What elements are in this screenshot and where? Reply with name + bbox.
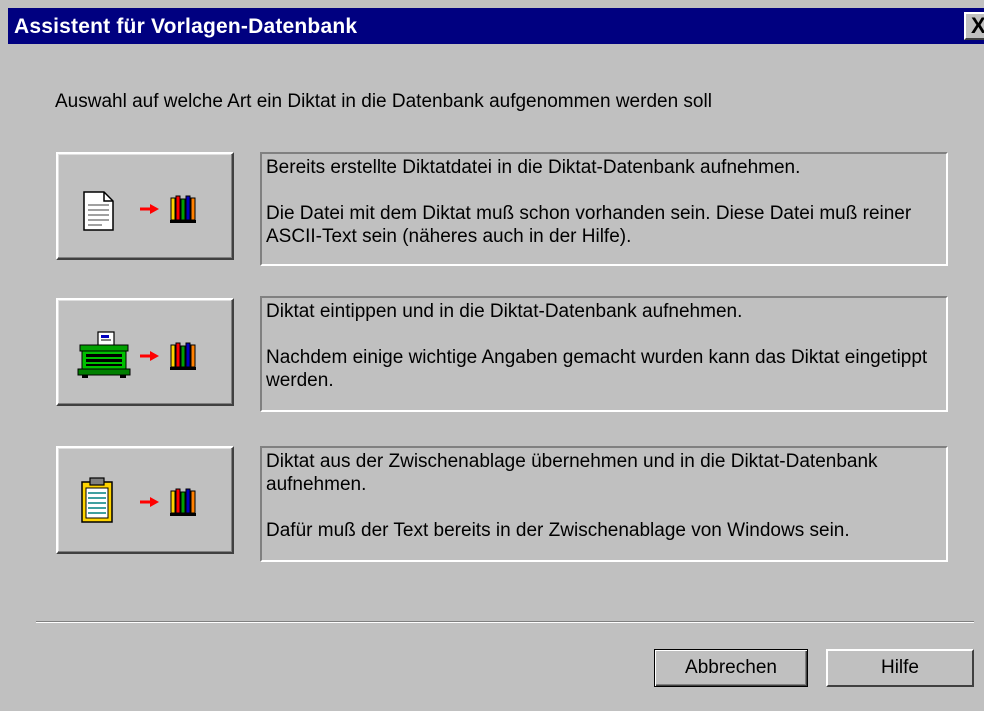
option-detail: Die Datei mit dem Diktat muß schon vorha… (266, 203, 912, 247)
arrow-right-icon (140, 351, 159, 361)
cancel-button-label: Abbrechen (685, 657, 777, 678)
close-icon: X (971, 13, 984, 38)
arrow-right-icon (140, 204, 159, 214)
close-button[interactable]: X (964, 12, 984, 40)
help-button[interactable]: Hilfe (826, 649, 974, 687)
option-detail: Dafür muß der Text bereits in der Zwisch… (266, 520, 850, 541)
typewriter-icon (77, 331, 131, 378)
clipboard-import-button[interactable] (56, 446, 234, 554)
clipboard-icon (81, 477, 113, 523)
import-file-button[interactable] (56, 152, 234, 260)
books-icon (170, 488, 196, 516)
cancel-button[interactable]: Abbrechen (654, 649, 808, 687)
separator (36, 621, 974, 623)
window-title: Assistent für Vorlagen-Datenbank (14, 15, 358, 38)
wizard-dialog: Assistent für Vorlagen-Datenbank X Auswa… (0, 0, 984, 711)
title-bar: Assistent für Vorlagen-Datenbank X (8, 8, 984, 44)
option-heading: Diktat eintippen und in die Diktat-Daten… (266, 301, 743, 322)
books-icon (170, 195, 196, 223)
import-file-description: Bereits erstellte Diktatdatei in die Dik… (260, 152, 948, 266)
option-heading: Diktat aus der Zwischenablage übernehmen… (266, 451, 878, 495)
intro-text: Auswahl auf welche Art ein Diktat in die… (55, 91, 712, 112)
arrow-right-icon (140, 497, 159, 507)
type-dictation-description: Diktat eintippen und in die Diktat-Daten… (260, 296, 948, 412)
help-button-label: Hilfe (880, 657, 919, 678)
clipboard-import-description: Diktat aus der Zwischenablage übernehmen… (260, 446, 948, 562)
type-dictation-button[interactable] (56, 298, 234, 406)
document-file-icon (83, 191, 114, 231)
option-heading: Bereits erstellte Diktatdatei in die Dik… (266, 157, 801, 178)
books-icon (170, 342, 196, 370)
option-detail: Nachdem einige wichtige Angaben gemacht … (266, 347, 928, 391)
